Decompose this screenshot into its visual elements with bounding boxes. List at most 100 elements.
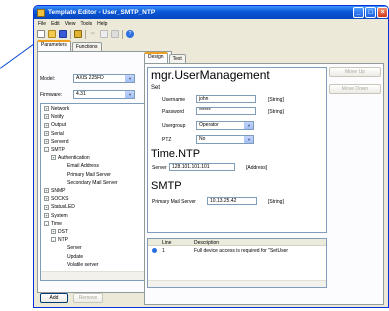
- tree-item-label: Serverd: [51, 138, 69, 145]
- tree-item-label: NTP: [58, 237, 68, 244]
- help-icon[interactable]: ?: [126, 30, 134, 38]
- tab-parameters[interactable]: Parameters: [37, 40, 71, 51]
- tree-item-label: Email Address: [67, 163, 99, 170]
- lock-icon[interactable]: [74, 30, 82, 38]
- copy-icon[interactable]: [100, 30, 108, 38]
- menu-help[interactable]: Help: [97, 21, 107, 27]
- tree-item[interactable]: - SMTP: [44, 147, 65, 153]
- tree-item[interactable]: Server: [58, 245, 82, 251]
- tree-item[interactable]: + Serial: [44, 131, 64, 137]
- toolbar-separator: [70, 29, 71, 39]
- expand-icon[interactable]: +: [44, 106, 49, 112]
- menu-edit[interactable]: Edit: [51, 21, 60, 27]
- info-icon: [152, 248, 157, 253]
- server-label: Server: [152, 165, 167, 171]
- collapse-icon[interactable]: -: [44, 220, 49, 226]
- expand-icon[interactable]: +: [51, 229, 56, 235]
- tree-item-label: SNMP: [51, 188, 66, 194]
- messages-list[interactable]: Line Description 1 Full device access is…: [147, 238, 327, 288]
- tree-item[interactable]: + DST: [51, 229, 68, 235]
- firmware-select[interactable]: 4.31 ▼: [73, 90, 135, 99]
- message-description: Full device access is required for "SetU…: [194, 248, 289, 254]
- expand-icon[interactable]: +: [44, 138, 49, 144]
- expand-icon[interactable]: +: [44, 114, 49, 120]
- tab-functions[interactable]: Functions: [71, 42, 102, 51]
- title-bar[interactable]: Template Editor - User_SMTP_NTP _ □ ×: [34, 6, 388, 19]
- tree-item-label: Primary Mail Server: [67, 171, 111, 178]
- firmware-label: Firmware:: [40, 92, 63, 98]
- primary-mail-label: Primary Mail Server: [152, 199, 196, 205]
- minimize-button[interactable]: _: [353, 7, 364, 18]
- tree-item[interactable]: + SOCKS: [44, 196, 69, 202]
- chevron-down-icon[interactable]: ▼: [244, 136, 253, 143]
- menu-file[interactable]: File: [38, 21, 46, 27]
- move-up-button[interactable]: Move Up: [329, 67, 381, 77]
- tree-item[interactable]: + System: [44, 213, 68, 219]
- tree-item-label: Authentication: [58, 155, 90, 162]
- expand-icon[interactable]: +: [44, 130, 49, 136]
- primary-mail-input[interactable]: 10.13.25.42: [207, 197, 257, 205]
- heading-time-ntp: Time.NTP: [151, 148, 201, 160]
- expand-icon[interactable]: +: [51, 155, 56, 161]
- tree-item[interactable]: + SNMP: [44, 188, 65, 194]
- tree-item[interactable]: + Output: [44, 122, 66, 128]
- model-label: Model:: [40, 76, 56, 82]
- ptz-select[interactable]: No ▼: [196, 135, 254, 144]
- heading-smtp: SMTP: [151, 180, 182, 192]
- chevron-down-icon[interactable]: ▼: [125, 75, 134, 82]
- close-button[interactable]: ×: [377, 7, 388, 18]
- username-label: Username: [162, 97, 186, 103]
- password-input[interactable]: ******: [196, 107, 256, 115]
- move-down-button[interactable]: Move Down: [329, 84, 381, 94]
- password-label: Password: [162, 109, 184, 115]
- tree-item[interactable]: + Authentication: [51, 155, 90, 161]
- toolbar-separator: [122, 29, 123, 39]
- tree-item[interactable]: Update: [58, 254, 83, 260]
- server-input[interactable]: 128.101.101.101: [169, 163, 235, 171]
- paste-icon[interactable]: [111, 30, 119, 38]
- tree-item-label: Output: [51, 122, 67, 129]
- collapse-icon[interactable]: -: [51, 237, 56, 243]
- expand-icon[interactable]: +: [44, 196, 49, 202]
- tree-item[interactable]: + StatusLED: [44, 204, 75, 210]
- right-tabstrip: Design Text: [144, 52, 187, 63]
- primary-mail-type: [String]: [268, 199, 284, 205]
- remove-button[interactable]: Remove: [73, 293, 103, 303]
- expand-icon[interactable]: +: [44, 188, 49, 194]
- open-icon[interactable]: [48, 30, 56, 38]
- expand-icon[interactable]: +: [44, 204, 49, 210]
- chevron-down-icon[interactable]: ▼: [125, 91, 134, 98]
- tree-item[interactable]: Email Address: [58, 163, 99, 169]
- window-title: Template Editor - User_SMTP_NTP: [48, 9, 156, 16]
- column-line[interactable]: Line: [162, 240, 171, 246]
- menu-tools[interactable]: Tools: [80, 21, 92, 27]
- cut-icon[interactable]: ✂: [89, 30, 97, 38]
- usergroup-select[interactable]: Operator ▼: [196, 121, 254, 130]
- usergroup-label: Usergroup: [162, 123, 186, 129]
- tree-item[interactable]: + Serverd: [44, 139, 69, 145]
- expand-icon[interactable]: +: [44, 212, 49, 218]
- tree-item[interactable]: - NTP: [51, 237, 68, 243]
- tree-item[interactable]: + Notify: [44, 114, 64, 120]
- tree-item[interactable]: - Time: [44, 221, 62, 227]
- messages-horizontal-scrollbar[interactable]: [148, 280, 326, 287]
- tree-item[interactable]: + Network: [44, 106, 69, 112]
- tab-text[interactable]: Text: [168, 54, 186, 63]
- tree-item[interactable]: Secondary Mail Server: [58, 180, 118, 186]
- chevron-down-icon[interactable]: ▼: [244, 122, 253, 129]
- tab-design[interactable]: Design: [144, 52, 168, 63]
- tree-item[interactable]: Volatile server: [58, 262, 98, 268]
- username-type: [String]: [268, 97, 284, 103]
- tree-item[interactable]: Primary Mail Server: [58, 172, 111, 178]
- collapse-icon[interactable]: -: [44, 147, 49, 153]
- add-button[interactable]: Add: [40, 293, 68, 303]
- column-description[interactable]: Description: [194, 240, 219, 246]
- save-icon[interactable]: [59, 30, 67, 38]
- new-icon[interactable]: [37, 30, 45, 38]
- tree-item-label: Volatile server: [67, 261, 99, 268]
- expand-icon[interactable]: +: [44, 122, 49, 128]
- maximize-button[interactable]: □: [365, 7, 376, 18]
- model-select[interactable]: AXIS 225FD ▼: [73, 74, 135, 83]
- menu-view[interactable]: View: [65, 21, 76, 27]
- username-input[interactable]: john: [196, 95, 256, 103]
